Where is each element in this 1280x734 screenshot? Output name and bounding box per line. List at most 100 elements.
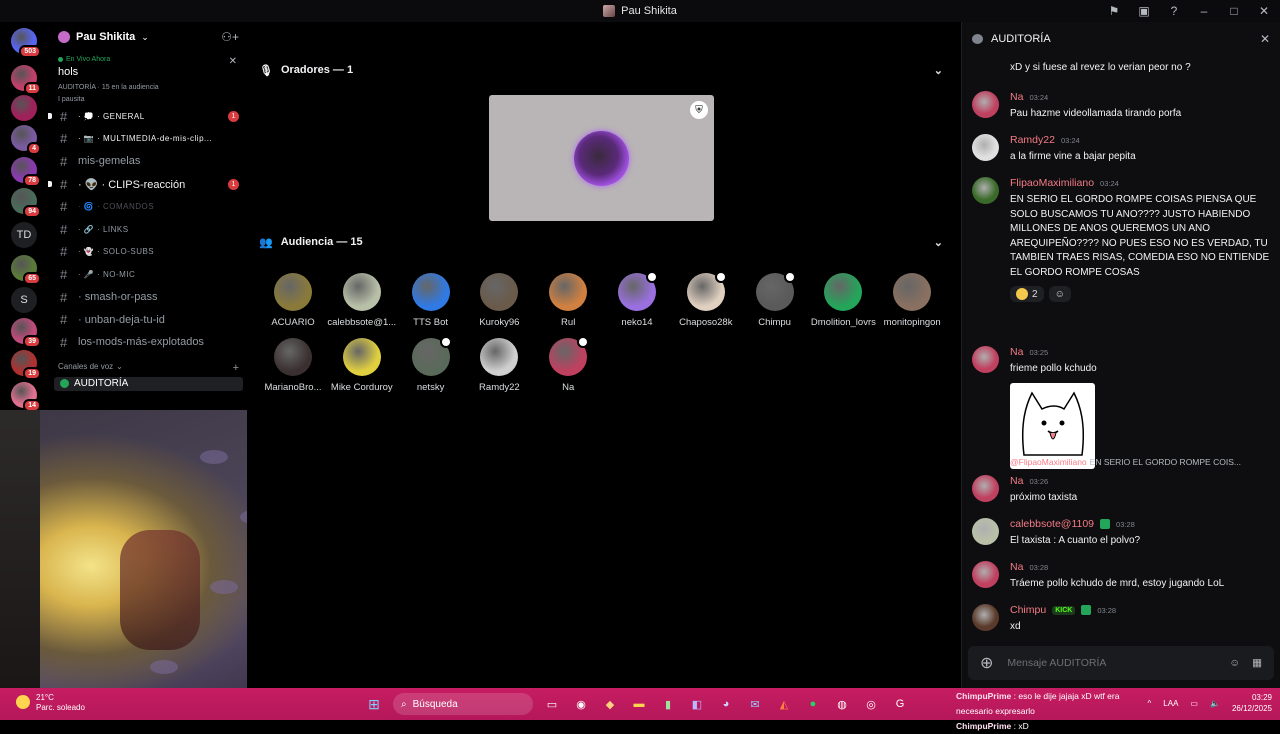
speaker-tile[interactable]: ⛨ bbox=[489, 95, 714, 221]
brave-icon[interactable]: ◭ bbox=[774, 694, 794, 714]
avatar[interactable] bbox=[972, 604, 999, 631]
server-icon[interactable]: 14 bbox=[11, 382, 41, 412]
notes-icon[interactable]: ▮ bbox=[658, 694, 678, 714]
voice-channel-auditoria[interactable]: AUDITORÍA bbox=[54, 376, 243, 391]
server-icon[interactable]: 94 bbox=[11, 188, 41, 218]
server-icon[interactable]: 78 bbox=[11, 157, 41, 187]
invite-people-icon[interactable]: ⚇+ bbox=[221, 30, 239, 44]
audience-member[interactable]: TTS Bot bbox=[396, 273, 466, 328]
teams-icon[interactable]: ◧ bbox=[687, 694, 707, 714]
audience-member[interactable]: Ramdy22 bbox=[464, 338, 534, 393]
channel-item[interactable]: # los-mods-más-explotados bbox=[50, 331, 247, 354]
weather-widget[interactable]: 21°C Parc. soleado bbox=[16, 693, 85, 713]
audience-member[interactable]: neko14 bbox=[602, 271, 672, 328]
server-icon[interactable]: 65 bbox=[11, 255, 41, 285]
close-icon[interactable]: ✕ bbox=[229, 56, 237, 67]
add-reaction-icon[interactable]: ☺ bbox=[1048, 286, 1071, 302]
channel-item[interactable]: # · 🔗 · LINKS bbox=[50, 218, 247, 241]
server-icon[interactable] bbox=[11, 95, 37, 121]
message-author[interactable]: Na bbox=[1010, 561, 1023, 573]
chat-message[interactable]: Na 03:25 frieme pollo kchudo bbox=[972, 346, 1272, 469]
avatar[interactable] bbox=[972, 561, 999, 588]
voice-category[interactable]: Canales de voz ⌄ + bbox=[50, 354, 247, 374]
spotify-icon[interactable]: ● bbox=[803, 694, 823, 714]
server-icon[interactable]: TD bbox=[11, 222, 37, 248]
channel-item[interactable]: # · 👽 · CLIPS-reacción 1 bbox=[48, 173, 247, 196]
server-icon[interactable]: 11 bbox=[11, 65, 41, 95]
close-button[interactable]: ✕ bbox=[1256, 4, 1272, 18]
copilot-icon[interactable]: ◆ bbox=[600, 694, 620, 714]
taskbar-search[interactable]: ⌕ Búsqueda bbox=[393, 693, 533, 715]
inbox-icon[interactable]: ⚑ bbox=[1106, 4, 1122, 18]
channel-item[interactable]: # mis-gemelas bbox=[50, 150, 247, 173]
channel-item[interactable]: # · 🎤 · NO-MIC bbox=[50, 263, 247, 286]
speakers-header[interactable]: 🎙 Oradores — 1 ⌄ bbox=[259, 62, 943, 78]
channel-item[interactable]: # · smash-or-pass bbox=[50, 286, 247, 309]
direct-messages-icon[interactable]: 503 bbox=[11, 28, 41, 58]
message-author[interactable]: Na bbox=[1010, 475, 1023, 487]
guild-header[interactable]: Pau Shikita ⌄ ⚇+ bbox=[50, 22, 247, 52]
avatar[interactable] bbox=[972, 475, 999, 502]
help-icon[interactable]: ? bbox=[1166, 4, 1182, 18]
chevron-down-icon[interactable]: ⌄ bbox=[934, 64, 943, 77]
channel-item[interactable]: # · 💭 · GENERAL 1 bbox=[48, 105, 247, 128]
obs-icon[interactable]: ◎ bbox=[861, 694, 881, 714]
network-icon[interactable]: ▭ bbox=[1190, 699, 1198, 708]
avatar[interactable] bbox=[972, 91, 999, 118]
audience-member[interactable]: monitopingon bbox=[877, 273, 947, 328]
message-author[interactable]: FlipaoMaximiliano bbox=[1010, 177, 1094, 189]
audience-member[interactable]: calebbsote@1... bbox=[327, 273, 397, 328]
maximize-button[interactable]: □ bbox=[1226, 4, 1242, 18]
chat-message[interactable]: FlipaoMaximiliano 03:24 EN SERIO EL GORDO … bbox=[972, 177, 1272, 302]
chat-message[interactable]: Na 03:24 Pau hazme videollamada tirando po… bbox=[972, 91, 1272, 122]
audience-member[interactable]: MarianoBro... bbox=[258, 338, 328, 393]
avatar[interactable] bbox=[972, 177, 999, 204]
message-input[interactable]: ⊕ Mensaje AUDITORÍA ☺ ▦ bbox=[968, 646, 1274, 680]
apps-icon[interactable]: ▦ bbox=[1252, 657, 1262, 669]
clock[interactable]: 03:29 26/12/2025 bbox=[1232, 692, 1272, 714]
file-explorer-icon[interactable]: ▬ bbox=[629, 694, 649, 714]
app-icon[interactable]: ◍ bbox=[832, 694, 852, 714]
cat-image-attachment[interactable] bbox=[1010, 382, 1095, 469]
emoji-icon[interactable]: ☺ bbox=[1229, 657, 1240, 669]
close-icon[interactable]: ✕ bbox=[1260, 32, 1270, 46]
minimize-button[interactable]: – bbox=[1196, 4, 1212, 18]
audience-member[interactable]: Chaposo28k bbox=[671, 271, 741, 328]
add-channel-icon[interactable]: + bbox=[233, 362, 239, 374]
channel-item[interactable]: # · 🌀 · COMANDOS bbox=[50, 195, 247, 218]
volume-icon[interactable]: 🔈 bbox=[1210, 699, 1220, 708]
audience-member[interactable]: Dmolition_lovrs bbox=[808, 273, 878, 328]
task-view-icon[interactable]: ▭ bbox=[542, 694, 562, 714]
audience-member[interactable]: Na bbox=[533, 336, 603, 393]
audience-member[interactable]: Chimpu bbox=[740, 271, 810, 328]
live-stage-card[interactable]: En Vivo Ahora hols AUDITORÍA · 15 en la … bbox=[50, 52, 247, 103]
chevron-up-icon[interactable]: ^ bbox=[1148, 699, 1152, 708]
mail-icon[interactable]: ✉ bbox=[745, 694, 765, 714]
avatar[interactable] bbox=[972, 518, 999, 545]
channel-item[interactable]: # · unban-deja-tu-id bbox=[50, 308, 247, 331]
channel-item[interactable]: # · 📷 · MULTIMEDIA-de-mis-clip... bbox=[50, 128, 247, 151]
reaction-laugh[interactable]: 2 bbox=[1010, 286, 1044, 302]
audience-member[interactable]: Rul bbox=[533, 273, 603, 328]
chat-message[interactable]: Na 03:28 Tráeme pollo kchudo de mrd, estoy… bbox=[972, 561, 1272, 592]
message-author[interactable]: calebbsote@1109 bbox=[1010, 518, 1094, 530]
server-icon[interactable]: 19 bbox=[11, 350, 41, 380]
message-author[interactable]: Ramdy22 bbox=[1010, 134, 1055, 146]
audience-header[interactable]: 👥 Audiencia — 15 ⌄ bbox=[259, 234, 943, 250]
chat-message[interactable]: Chimpu KICK 03:28 xd bbox=[972, 604, 1272, 635]
message-author[interactable]: Na bbox=[1010, 91, 1023, 103]
server-icon[interactable]: 39 bbox=[11, 318, 41, 348]
chevron-down-icon[interactable]: ⌄ bbox=[934, 236, 943, 249]
chat-message[interactable]: Ramdy22 03:24 a la firme vine a bajar pepi… bbox=[972, 134, 1272, 165]
message-author[interactable]: Na bbox=[1010, 346, 1023, 358]
reply-preview[interactable]: @FlipaoMaximiliano EN SERIO EL GORDO ROMP… bbox=[1010, 457, 1280, 467]
windows-start-icon[interactable]: ⊞ bbox=[364, 694, 384, 714]
audience-member[interactable]: Mike Corduroy bbox=[327, 338, 397, 393]
chat-message[interactable]: calebbsote@1109 03:28 El taxista : A cuant… bbox=[972, 518, 1272, 549]
add-attachment-icon[interactable]: ⊕ bbox=[980, 653, 993, 673]
screen-share-icon[interactable]: ▣ bbox=[1136, 4, 1152, 18]
audience-member[interactable]: netsky bbox=[396, 336, 466, 393]
logitech-icon[interactable]: G bbox=[890, 694, 910, 714]
chat-message[interactable]: @FlipaoMaximiliano EN SERIO EL GORDO ROMP… bbox=[972, 457, 1272, 506]
discord-icon[interactable]: ◕ bbox=[716, 694, 736, 714]
